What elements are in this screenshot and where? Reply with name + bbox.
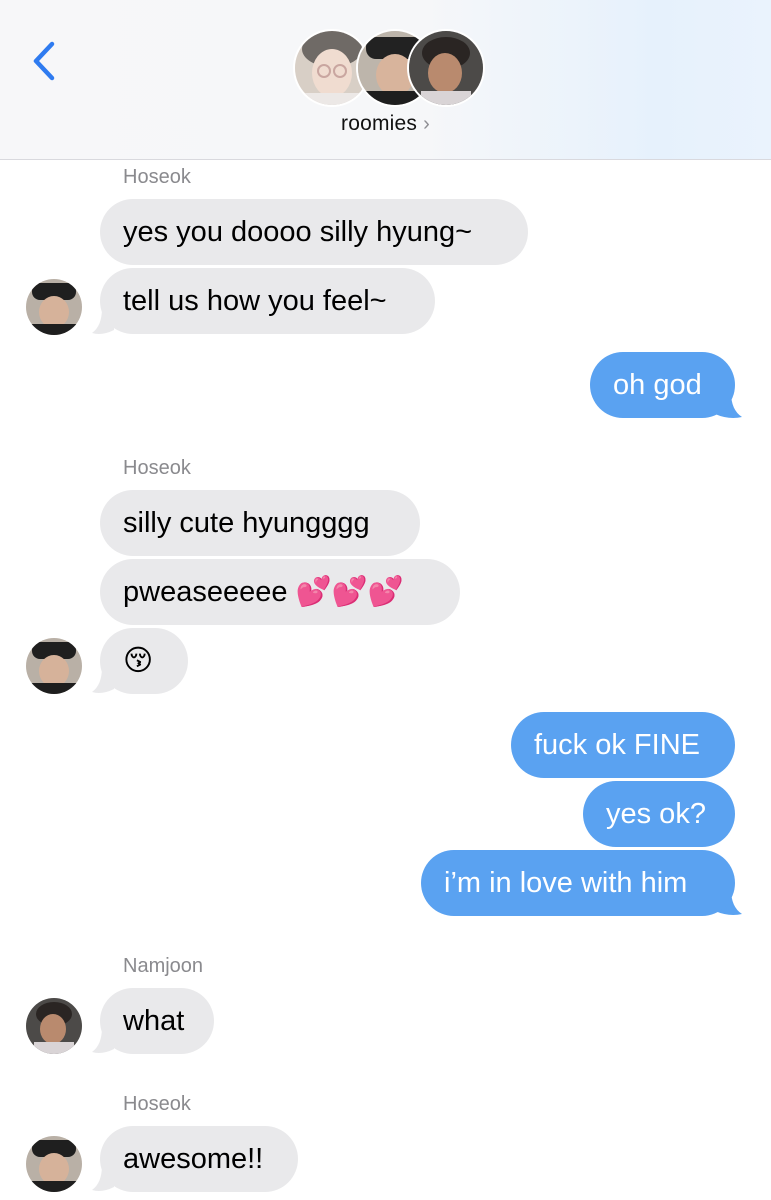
sender-name: Hoseok <box>123 166 191 188</box>
back-button[interactable] <box>28 40 62 82</box>
avatar <box>26 998 82 1054</box>
message-bubble-incoming[interactable]: awesome!! <box>100 1126 298 1192</box>
message-bubble-outgoing[interactable]: yes ok? <box>583 781 735 847</box>
message-bubble-incoming[interactable]: silly cute hyungggg <box>100 490 420 556</box>
message-bubble-incoming[interactable]: what <box>100 988 214 1054</box>
message-bubble-incoming[interactable]: pweaseeeee 💕💕💕 <box>100 559 460 625</box>
group-avatars[interactable] <box>293 29 485 107</box>
conversation-header: roomies › <box>0 0 771 160</box>
message-bubble-outgoing[interactable]: oh god <box>590 352 735 418</box>
chevron-right-icon: › <box>423 113 430 135</box>
message-bubble-outgoing[interactable]: i’m in love with him <box>421 850 735 916</box>
message-bubble-outgoing[interactable]: fuck ok FINE <box>511 712 735 778</box>
avatar <box>407 29 485 107</box>
avatar <box>26 638 82 694</box>
message-bubble-incoming[interactable]: yes you doooo silly hyung~ <box>100 199 528 265</box>
message-bubble-incoming[interactable]: tell us how you feel~ <box>100 268 435 334</box>
message-bubble-incoming[interactable]: 😚 <box>100 628 188 694</box>
group-name: roomies <box>341 112 418 135</box>
chevron-left-icon <box>33 41 55 81</box>
avatar <box>26 279 82 335</box>
sender-name: Hoseok <box>123 457 191 479</box>
conversation-title[interactable]: roomies › <box>0 112 771 136</box>
sender-name: Hoseok <box>123 1093 191 1115</box>
sender-name: Namjoon <box>123 955 204 977</box>
avatar <box>26 1136 82 1192</box>
